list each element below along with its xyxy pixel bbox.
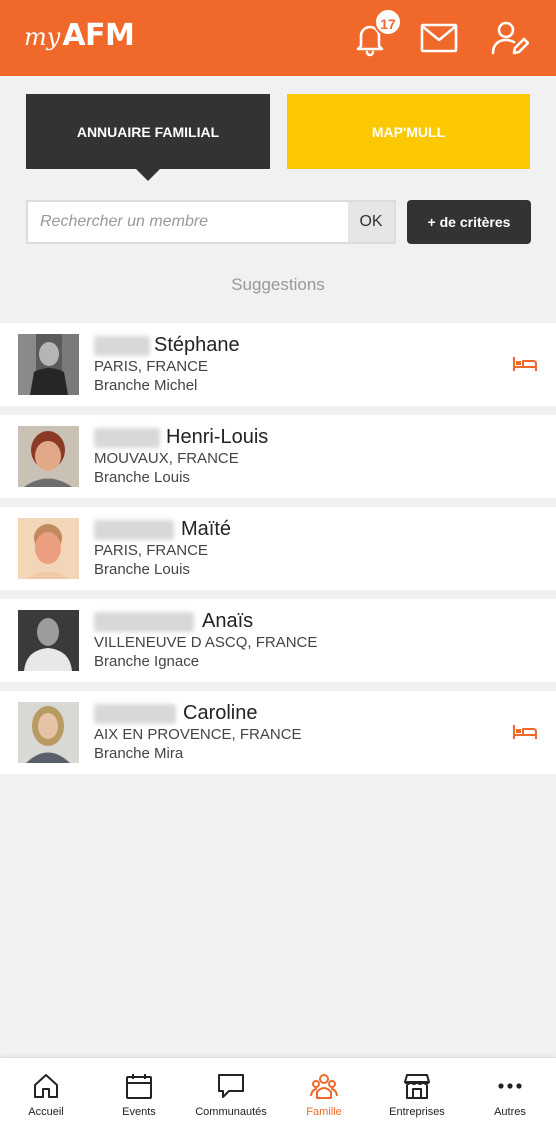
search-bar: OK [26, 200, 396, 244]
nav-label-autres: Autres [494, 1106, 526, 1118]
member-row[interactable]: Henri-Louis MOUVAUX, FRANCE Branche Loui… [0, 415, 556, 498]
nav-item-autres[interactable]: Autres [465, 1072, 555, 1118]
member-branch: Branche Mira [94, 745, 184, 762]
avatar [18, 610, 79, 671]
last-name-blurred [94, 520, 174, 540]
member-city: PARIS, FRANCE [94, 542, 208, 559]
nav-label-entreprises: Entreprises [389, 1106, 445, 1118]
notification-badge[interactable]: 17 [374, 8, 402, 36]
member-first-name: Henri-Louis [166, 426, 269, 448]
logo-my-text: my [24, 23, 61, 51]
bed-icon [512, 355, 538, 373]
member-list: Stéphane PARIS, FRANCE Branche Michel He… [0, 323, 556, 783]
member-first-name: Maïté [181, 518, 232, 540]
member-row[interactable]: Stéphane PARIS, FRANCE Branche Michel [0, 323, 556, 406]
search-ok-button[interactable]: OK [348, 202, 394, 242]
last-name-blurred [94, 336, 150, 356]
nav-label-events: Events [122, 1106, 156, 1118]
bed-icon [512, 723, 538, 741]
mail-icon[interactable] [419, 18, 459, 58]
last-name-blurred [94, 704, 176, 724]
tab-annuaire-familial[interactable]: ANNUAIRE FAMILIAL [26, 94, 270, 169]
nav-item-events[interactable]: Events [94, 1072, 184, 1118]
app-header: my AFM 17 [0, 0, 556, 76]
member-row[interactable]: Caroline AIX EN PROVENCE, FRANCE Branche… [0, 691, 556, 774]
more-icon [498, 1083, 522, 1089]
app-logo[interactable]: my AFM [24, 18, 135, 53]
nav-label-communautes: Communautés [195, 1106, 267, 1118]
member-first-name: Anaïs [202, 610, 254, 632]
avatar [18, 702, 79, 763]
member-branch: Branche Michel [94, 377, 198, 394]
nav-item-accueil[interactable]: Accueil [1, 1072, 91, 1118]
calendar-icon [126, 1074, 152, 1099]
last-name-blurred [94, 612, 194, 632]
home-icon [34, 1074, 58, 1098]
member-row[interactable]: Maïté PARIS, FRANCE Branche Louis [0, 507, 556, 590]
user-edit-icon[interactable] [489, 18, 530, 58]
nav-item-famille[interactable]: Famille [279, 1072, 369, 1118]
last-name-blurred [94, 428, 160, 448]
member-city: PARIS, FRANCE [94, 358, 208, 375]
suggestions-heading: Suggestions [231, 275, 325, 294]
nav-item-communautes[interactable]: Communautés [186, 1072, 276, 1118]
chat-icon [218, 1074, 244, 1098]
avatar [18, 334, 79, 395]
member-first-name: Caroline [183, 702, 258, 724]
member-branch: Branche Louis [94, 561, 190, 578]
more-criteria-button[interactable]: + de critères [407, 200, 531, 244]
family-icon [310, 1074, 338, 1099]
avatar [18, 426, 79, 487]
member-city: MOUVAUX, FRANCE [94, 450, 239, 467]
nav-label-accueil: Accueil [28, 1106, 64, 1118]
member-city: VILLENEUVE D ASCQ, FRANCE [94, 634, 318, 651]
member-branch: Branche Ignace [94, 653, 200, 670]
avatar [18, 518, 79, 579]
nav-label-famille: Famille [306, 1106, 342, 1118]
logo-afm-text: AFM [62, 18, 135, 53]
bottom-nav: Accueil Events Communautés Famille Entre… [0, 1057, 556, 1136]
member-first-name: Stéphane [154, 334, 240, 356]
search-input[interactable] [28, 202, 348, 242]
member-city: AIX EN PROVENCE, FRANCE [94, 726, 302, 743]
member-branch: Branche Louis [94, 469, 190, 486]
tab-mapmull[interactable]: MAP'MULL [287, 94, 530, 169]
active-tab-indicator [136, 169, 160, 181]
member-row[interactable]: Anaïs VILLENEUVE D ASCQ, FRANCE Branche … [0, 599, 556, 682]
nav-item-entreprises[interactable]: Entreprises [372, 1072, 462, 1118]
store-icon [404, 1074, 430, 1099]
